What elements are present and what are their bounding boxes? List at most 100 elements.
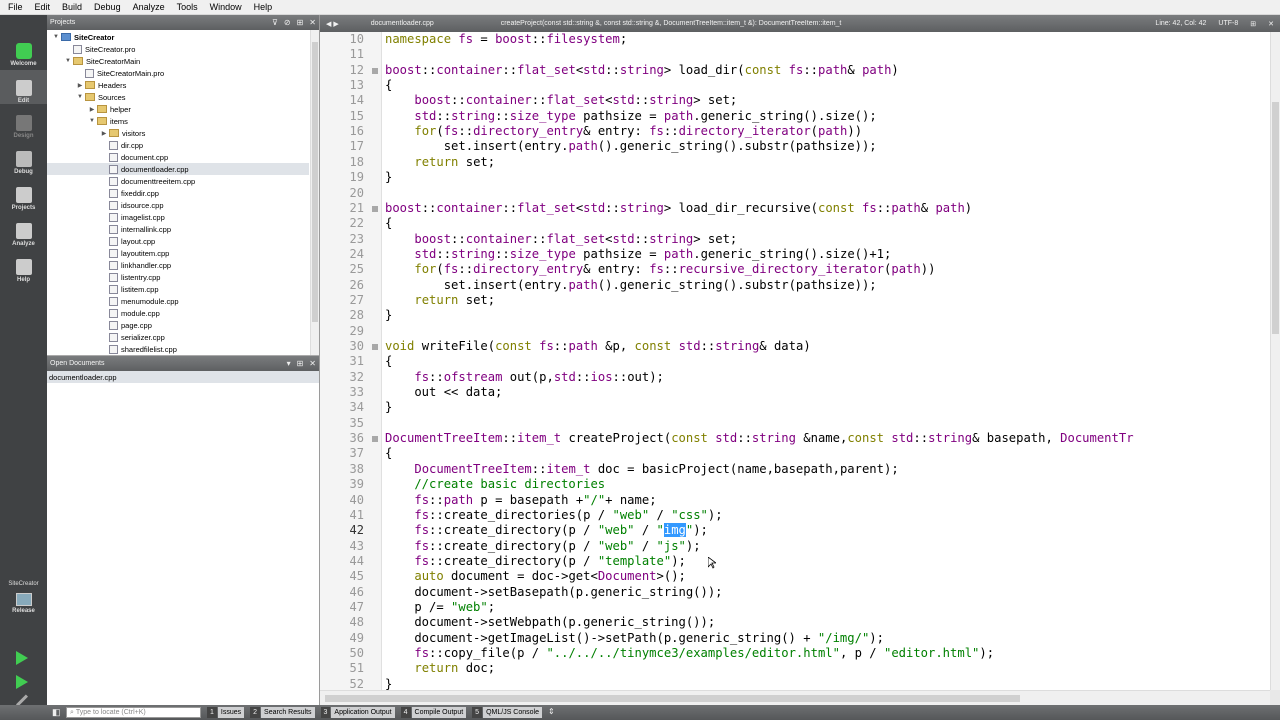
code-line[interactable]: std::string::size_type pathsize = path.g… (385, 247, 891, 262)
code-line[interactable]: fs::copy_file(p / "../../../tinymce3/exa… (385, 646, 994, 661)
split-icon[interactable]: ⊞ (297, 359, 304, 368)
split-icon[interactable]: ⊞ (1244, 20, 1262, 28)
tree-item[interactable]: listitem.cpp (47, 283, 309, 295)
code-line[interactable]: std::string::size_type pathsize = path.g… (385, 109, 876, 124)
code-line[interactable]: document->setWebpath(p.generic_string())… (385, 615, 715, 630)
mode-edit[interactable]: Edit (0, 70, 47, 104)
code-line[interactable]: boost::container::flat_set<std::string> … (385, 93, 737, 108)
code-line[interactable]: fs::create_directory(p / "template"); (385, 554, 686, 569)
expand-arrow-icon[interactable]: ▼ (75, 94, 85, 100)
mode-analyze[interactable]: Analyze (0, 213, 47, 247)
code-line[interactable]: fs::path p = basepath +"/"+ name; (385, 493, 656, 508)
tree-item[interactable]: ▶ helper (47, 103, 309, 115)
tree-item[interactable]: SiteCreator.pro (47, 43, 309, 55)
menu-edit[interactable]: Edit (29, 2, 57, 12)
menu-help[interactable]: Help (248, 2, 279, 12)
menu-debug[interactable]: Debug (88, 2, 127, 12)
code-line[interactable]: fs::create_directories(p / "web" / "css"… (385, 508, 722, 523)
code-line[interactable]: } (385, 677, 392, 690)
tree-item[interactable]: layout.cpp (47, 235, 309, 247)
tree-item[interactable]: ▼ SiteCreatorMain (47, 55, 309, 67)
code-line[interactable]: p /= "web"; (385, 600, 495, 615)
expand-arrow-icon[interactable]: ▶ (87, 106, 97, 113)
code-line[interactable]: fs::create_directory(p / "web" / "js"); (385, 539, 700, 554)
code-line[interactable]: return set; (385, 155, 495, 170)
tree-item[interactable]: dir.cpp (47, 139, 309, 151)
chevron-down-icon[interactable]: ▾ (287, 359, 291, 368)
tree-item[interactable]: ▼ Sources (47, 91, 309, 103)
menu-build[interactable]: Build (56, 2, 88, 12)
expand-arrow-icon[interactable]: ▼ (87, 118, 97, 124)
tree-item[interactable]: ▼ items (47, 115, 309, 127)
code-line[interactable]: for(fs::directory_entry& entry: fs::dire… (385, 124, 862, 139)
menu-file[interactable]: File (2, 2, 29, 12)
code-line[interactable]: { (385, 446, 392, 461)
code-line[interactable]: DocumentTreeItem::item_t doc = basicProj… (385, 462, 898, 477)
output-pane-qml-js-console[interactable]: 5 QML/JS Console (472, 707, 542, 718)
code-line[interactable]: { (385, 216, 392, 231)
close-icon[interactable]: ✕ (1262, 20, 1280, 28)
code-line[interactable]: auto document = doc->get<Document>(); (385, 569, 686, 584)
menu-analyze[interactable]: Analyze (127, 2, 171, 12)
tree-item[interactable]: document.cpp (47, 151, 309, 163)
fold-marker-icon[interactable] (372, 344, 378, 350)
tree-item[interactable]: sharedfilelist.cpp (47, 343, 309, 355)
code-line[interactable]: fs::create_directory(p / "web" / "img"); (385, 523, 708, 538)
tree-item[interactable]: page.cpp (47, 319, 309, 331)
tree-item[interactable]: layoutitem.cpp (47, 247, 309, 259)
debug-run-icon[interactable] (16, 675, 28, 689)
code-line[interactable]: { (385, 78, 392, 93)
mode-design[interactable]: Design (0, 105, 47, 139)
symbol-selector[interactable]: createProject(const std::string &, const… (495, 20, 1015, 27)
tree-item[interactable]: ▶ Headers (47, 79, 309, 91)
tree-item[interactable]: module.cpp (47, 307, 309, 319)
output-pane-issues[interactable]: 1 Issues (207, 707, 245, 718)
code-line[interactable]: } (385, 308, 392, 323)
code-line[interactable]: } (385, 400, 392, 415)
expand-arrow-icon[interactable]: ▶ (75, 82, 85, 89)
run-icon[interactable] (16, 651, 28, 665)
tree-item[interactable]: fixeddir.cpp (47, 187, 309, 199)
link-icon[interactable]: ⊘ (284, 18, 291, 27)
tree-item[interactable]: imagelist.cpp (47, 211, 309, 223)
code-line[interactable]: document->getImageList()->setPath(p.gene… (385, 631, 884, 646)
code-line[interactable]: boost::container::flat_set<std::string> … (385, 63, 899, 78)
menu-tools[interactable]: Tools (171, 2, 204, 12)
code-line[interactable]: void writeFile(const fs::path &p, const … (385, 339, 811, 354)
fold-marker-icon[interactable] (372, 68, 378, 74)
close-icon[interactable]: ✕ (309, 18, 316, 27)
code-line[interactable]: set.insert(entry.path().generic_string()… (385, 139, 877, 154)
split-icon[interactable]: ⊞ (297, 18, 304, 27)
code-line[interactable]: return doc; (385, 661, 495, 676)
tree-item[interactable]: serializer.cpp (47, 331, 309, 343)
code-line[interactable]: out << data; (385, 385, 502, 400)
tree-item[interactable]: documenttreeitem.cpp (47, 175, 309, 187)
code-line[interactable]: document->setBasepath(p.generic_string()… (385, 585, 722, 600)
code-line[interactable]: for(fs::directory_entry& entry: fs::recu… (385, 262, 935, 277)
code-line[interactable]: DocumentTreeItem::item_t createProject(c… (385, 431, 1134, 446)
more-panes-icon[interactable]: ⇕ (548, 707, 555, 718)
editor-vertical-scrollbar[interactable] (1270, 32, 1280, 690)
editor-horizontal-scrollbar[interactable] (320, 690, 1270, 705)
file-selector[interactable]: documentloader.cpp (365, 20, 495, 27)
code-line[interactable]: boost::container::flat_set<std::string> … (385, 201, 972, 216)
tree-item[interactable]: ▼ SiteCreator (47, 31, 309, 43)
output-pane-compile-output[interactable]: 4 Compile Output (400, 707, 467, 718)
tree-item[interactable]: idsource.cpp (47, 199, 309, 211)
code-line[interactable]: } (385, 170, 392, 185)
close-icon[interactable]: ✕ (309, 359, 316, 368)
mode-help[interactable]: Help (0, 249, 47, 283)
output-pane-search-results[interactable]: 2 Search Results (250, 707, 315, 718)
nav-back-icon[interactable]: ◀ ▶ (320, 20, 345, 28)
open-document-item[interactable]: documentloader.cpp (47, 371, 319, 383)
code-line[interactable]: boost::container::flat_set<std::string> … (385, 232, 737, 247)
tree-item[interactable]: SiteCreatorMain.pro (47, 67, 309, 79)
kit-selector[interactable]: SiteCreator Release (0, 581, 47, 614)
fold-marker-icon[interactable] (372, 206, 378, 212)
code-line[interactable]: fs::ofstream out(p,std::ios::out); (385, 370, 664, 385)
expand-arrow-icon[interactable]: ▼ (63, 58, 73, 64)
mode-welcome[interactable]: Welcome (0, 33, 47, 67)
toggle-sidebar-icon[interactable]: ◧ (52, 707, 61, 718)
code-editor[interactable]: 10 11 12 13 14 15 16 17 18 19 20 21 22 23 24 25 26 27 28 29… (320, 32, 1270, 690)
locator-input[interactable]: ⌕ Type to locate (Ctrl+K) (66, 707, 201, 718)
